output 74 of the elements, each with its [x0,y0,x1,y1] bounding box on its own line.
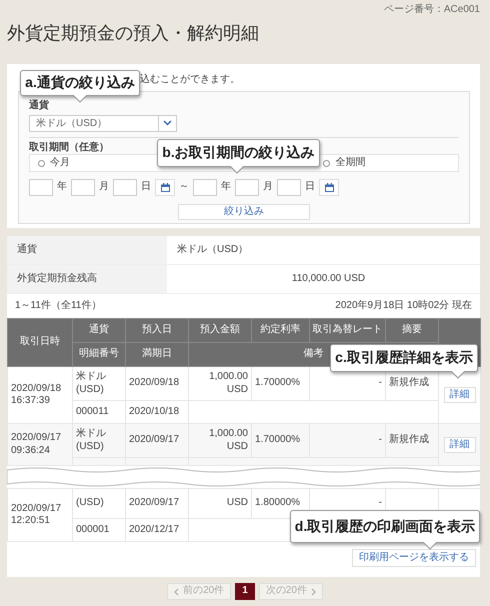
column-header: 通貨 [72,318,126,342]
table-cell: 1,000.00 USD [188,366,252,400]
table-cell: 2020/09/18 [126,366,188,400]
table-cell: 2020/09/17 [126,424,188,458]
table-cell: 1,000.00 USD [188,424,252,458]
callout-tail [451,371,465,379]
unit-label: 月 [99,181,109,194]
date-text: 2020/09/17 [11,502,62,515]
table-cell: 1.70000% [252,424,310,458]
date-field[interactable] [193,179,217,196]
radio-label: 全期間 [335,156,366,170]
callout-tail [73,95,87,103]
table-cell: 新規作成 [386,424,438,458]
page-title: 外貨定期預金の預入・解約明細 [7,22,260,45]
calendar-icon [324,182,334,193]
table-cell: - [310,424,386,458]
timestamp: 2020年9月18日 10時02分 現在 [335,300,472,312]
table-cell: 米ドル (USD) [72,424,126,458]
detail-button[interactable]: 詳細 [444,387,476,403]
date-field[interactable] [71,179,95,196]
unit-label: 年 [221,181,231,194]
table-cell: (USD) [72,488,126,518]
field-label: 通貨 [29,100,49,112]
summary-value: 米ドル（USD） [177,244,248,256]
date-text: 2020/09/17 [11,432,62,444]
callout-tail [423,542,437,550]
date-field[interactable] [29,179,53,196]
page-number: ページ番号：ACe001 [382,2,481,17]
field-label: 取引期間（任意） [29,142,109,154]
unit-label: 日 [141,181,151,194]
unit-label: 日 [305,181,315,194]
date-field[interactable] [113,179,137,196]
instruction-text: 込むことができます。 [140,74,241,86]
radio-button[interactable] [323,160,330,166]
currency-select[interactable]: 米ドル（USD） [29,114,177,132]
chevron-left-icon [174,588,180,596]
radio-label: 今月 [50,156,70,170]
calendar-button[interactable] [319,179,339,196]
callout: d.取引履歴の印刷画面を表示 [290,510,480,543]
unit-label: 年 [57,181,67,194]
radio-button[interactable] [38,160,45,166]
table-cell: USD [188,488,252,518]
filter-button[interactable]: 絞り込み [178,204,310,220]
calendar-icon [160,182,170,193]
summary-label: 外貨定期預金残高 [7,265,167,293]
detail-button[interactable]: 詳細 [444,436,476,452]
table-cell: 000001 [72,518,126,542]
time-text: 12:20:51 [11,515,51,528]
range-separator: ～ [179,181,189,194]
summary-value: 110,000.00 USD [292,272,366,286]
table-cell: 2020/12/17 [126,518,188,542]
time-text: 16:37:39 [11,395,51,408]
column-header: 明細番号 [72,342,126,366]
table-cell: 2020/09/17 [126,488,188,518]
date-field[interactable] [277,179,301,196]
page-number-button[interactable]: 1 [235,583,255,600]
calendar-button[interactable] [155,179,175,196]
time-text: 09:36:24 [11,444,51,457]
chevron-right-icon [310,588,316,596]
table-cell: 米ドル (USD) [72,366,126,400]
chevron-down-icon [163,120,172,126]
date-field[interactable] [235,179,259,196]
column-header: 預入金額 [188,318,252,342]
result-count: 1～11件（全11件） [15,300,102,312]
column-header: 預入日 [126,318,188,342]
column-header: 取引為替レート [310,318,386,342]
unit-label: 月 [263,181,273,194]
table-cell: 1.70000% [252,366,310,400]
column-header: 取引日時 [8,318,72,366]
column-header: 摘要 [386,318,438,342]
date-text: 2020/09/18 [11,382,62,395]
column-header: 満期日 [126,342,188,366]
summary-label: 通貨 [7,236,167,264]
column-header: 約定利率 [252,318,310,342]
